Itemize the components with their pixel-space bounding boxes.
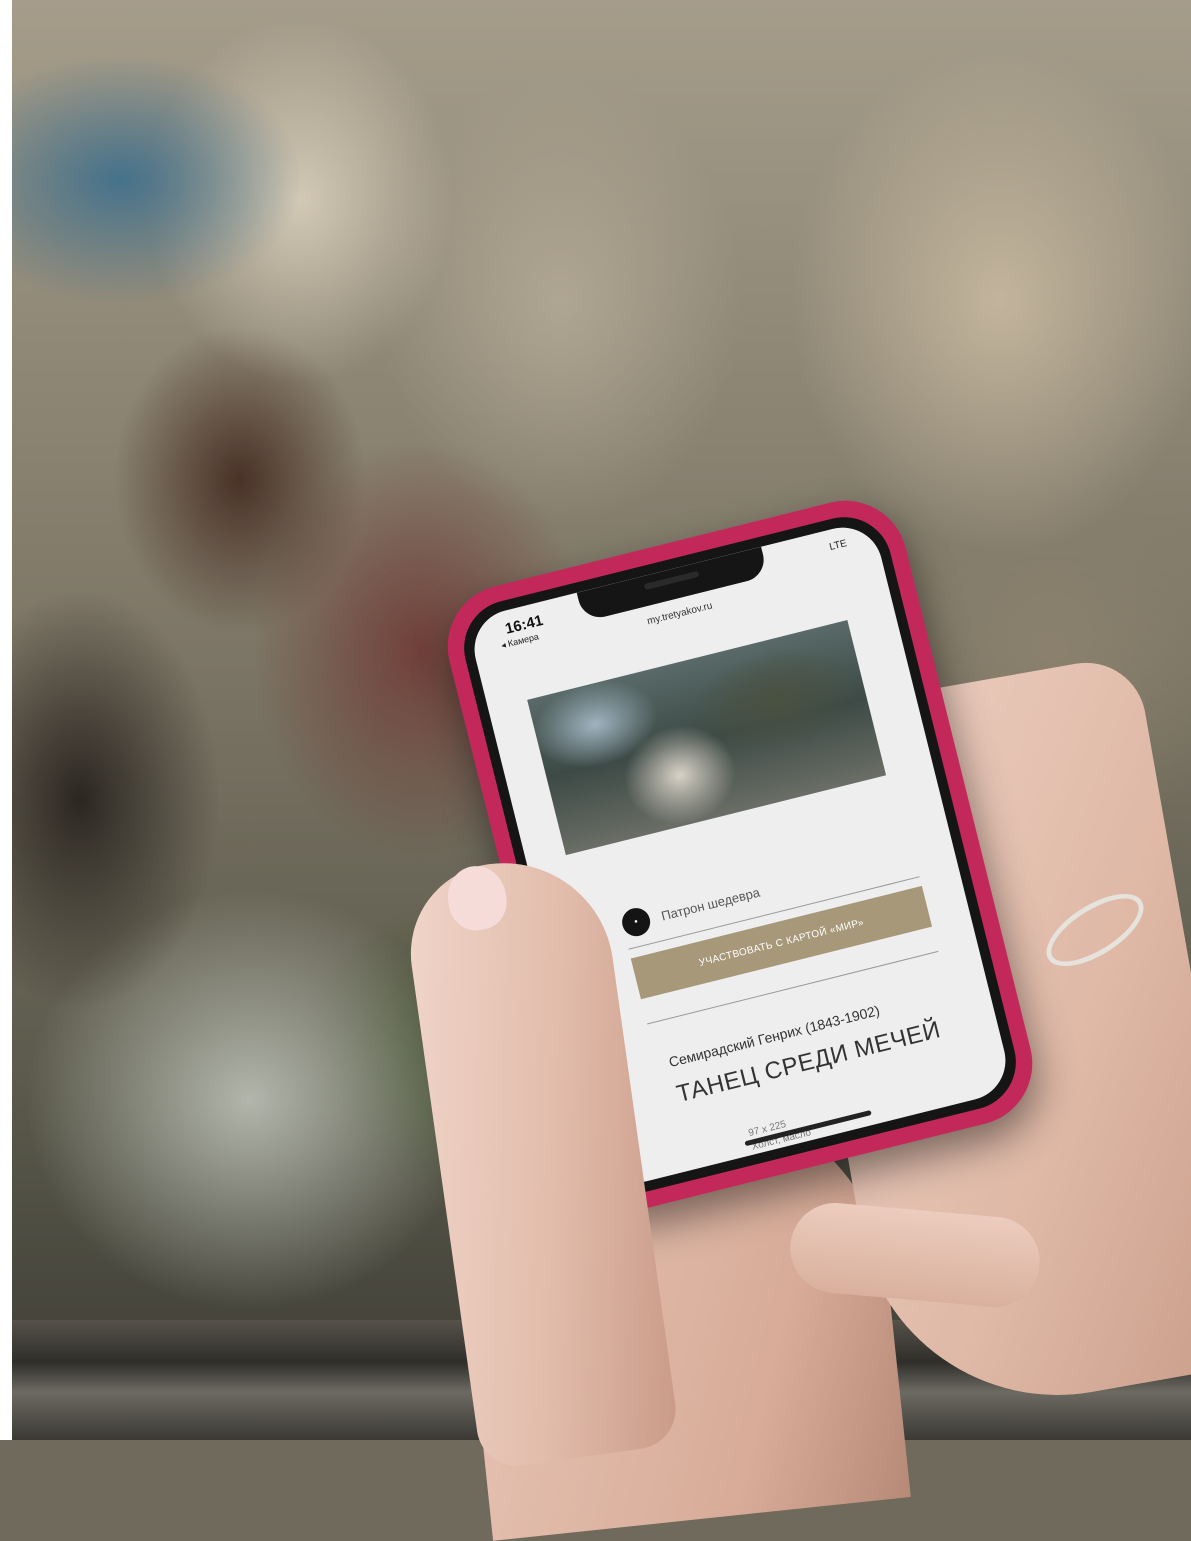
patron-logo-icon: ● (619, 905, 654, 940)
signal-indicator: LTE (828, 538, 849, 554)
image-border (0, 0, 12, 1440)
speaker (643, 570, 700, 591)
artwork-image[interactable] (527, 620, 887, 856)
patron-label: Патрон шедевра (659, 884, 762, 924)
